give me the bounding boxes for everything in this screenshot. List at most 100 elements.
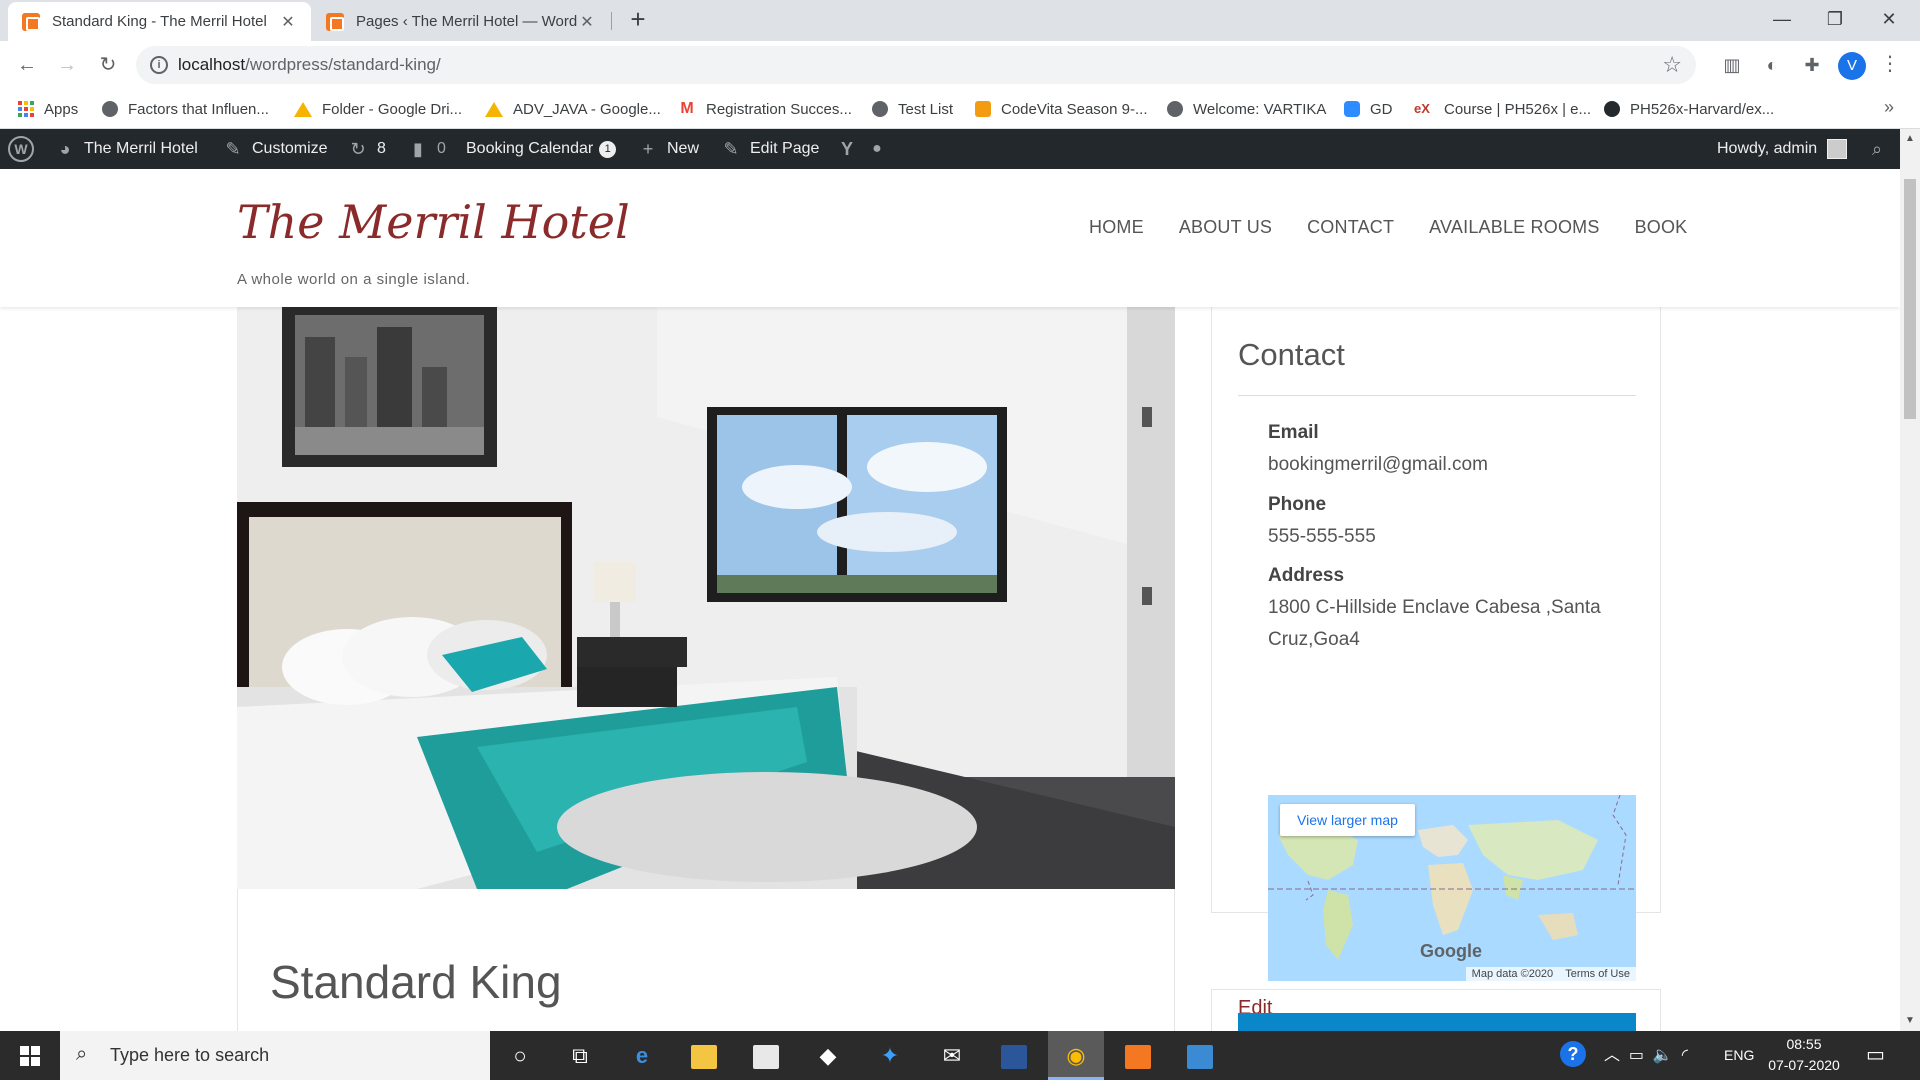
bookmark-item[interactable]: CodeVita Season 9-... xyxy=(975,89,1147,129)
bookmark-label: Registration Succes... xyxy=(706,100,852,118)
input-language[interactable]: ENG xyxy=(1724,1031,1754,1080)
bookmark-item[interactable]: Test List xyxy=(872,89,953,129)
wp-updates[interactable]: ↻ 8 xyxy=(347,129,386,169)
wp-booking-calendar[interactable]: Booking Calendar 1 xyxy=(466,129,617,169)
menu-item-contact[interactable]: CONTACT xyxy=(1307,217,1394,238)
address-bar[interactable]: i localhost/wordpress/standard-king/ ☆ xyxy=(136,46,1696,84)
menu-item-about-us[interactable]: ABOUT US xyxy=(1179,217,1272,238)
bookmark-item[interactable]: Welcome: VARTIKA xyxy=(1167,89,1326,129)
primary-menu: HOME ABOUT US CONTACT AVAILABLE ROOMS BO… xyxy=(1054,217,1687,238)
wp-site-name-label: The Merril Hotel xyxy=(84,140,198,157)
restore-window-button[interactable]: ❐ xyxy=(1807,0,1863,41)
bookmark-apps[interactable]: Apps xyxy=(18,89,78,129)
edge-browser-icon[interactable]: e xyxy=(614,1031,670,1080)
more-bookmarks-icon[interactable]: » xyxy=(1884,97,1894,118)
bookmark-star-icon[interactable]: ☆ xyxy=(1662,52,1682,78)
bookmark-item[interactable]: GD xyxy=(1344,89,1393,129)
cortana-icon[interactable]: ○ xyxy=(492,1031,548,1080)
wp-comments[interactable]: ▮ 0 xyxy=(407,129,446,169)
scrollbar-thumb[interactable] xyxy=(1904,179,1916,419)
forward-button[interactable]: → xyxy=(53,51,81,79)
wp-edit-page[interactable]: ✎ Edit Page xyxy=(720,129,819,169)
show-hidden-icons-icon[interactable]: ︿ xyxy=(1604,1047,1620,1064)
bookmark-item[interactable]: PH526x-Harvard/ex... xyxy=(1604,89,1774,129)
wp-admin-bar: W ◕ The Merril Hotel ✎ Customize ↻ 8 ▮ 0… xyxy=(0,129,1900,169)
widget-divider xyxy=(1238,395,1636,396)
zoom-icon xyxy=(1344,101,1360,117)
wifi-icon[interactable]: ◜ xyxy=(1682,1047,1688,1064)
word-icon[interactable] xyxy=(986,1031,1042,1080)
menu-item-book[interactable]: BOOK xyxy=(1635,217,1688,238)
tab-separator xyxy=(611,12,612,30)
microsoft-store-icon[interactable] xyxy=(738,1031,794,1080)
file-explorer-icon[interactable] xyxy=(676,1031,732,1080)
help-icon[interactable]: ? xyxy=(1560,1031,1586,1080)
bookmark-item[interactable]: Factors that Influen... xyxy=(102,89,269,129)
photos-icon[interactable] xyxy=(1172,1031,1228,1080)
view-larger-map-button[interactable]: View larger map xyxy=(1280,804,1415,836)
profile-avatar[interactable]: V xyxy=(1838,52,1866,80)
system-tray[interactable]: ︿ ▭ 🔈 ◜ xyxy=(1604,1031,1688,1080)
volume-icon[interactable]: 🔈 xyxy=(1653,1047,1673,1064)
scroll-up-arrow-icon[interactable]: ▲ xyxy=(1905,133,1915,144)
phone-value[interactable]: 555-555-555 xyxy=(1268,521,1638,553)
bookmark-item[interactable]: eX Course | PH526x | e... xyxy=(1414,89,1591,129)
taskbar-clock[interactable]: 08:55 07-07-2020 xyxy=(1764,1034,1844,1076)
wp-logo-menu[interactable]: W xyxy=(8,129,34,169)
chrome-icon[interactable]: ◉ xyxy=(1048,1031,1104,1080)
minimize-window-button[interactable]: — xyxy=(1754,0,1810,41)
chrome-menu-icon[interactable]: ⋮ xyxy=(1880,51,1900,76)
xampp-icon[interactable] xyxy=(1110,1031,1166,1080)
github-icon xyxy=(1604,101,1620,117)
bookmark-label: Folder - Google Dri... xyxy=(322,100,463,118)
widget-title: Contact xyxy=(1238,337,1345,372)
url-text[interactable]: localhost/wordpress/standard-king/ xyxy=(178,55,441,75)
wp-site-name[interactable]: ◕ The Merril Hotel xyxy=(54,129,198,169)
menu-item-available-rooms[interactable]: AVAILABLE ROOMS xyxy=(1429,217,1599,238)
google-map-embed[interactable]: View larger map Google Map data ©2020 Te… xyxy=(1268,795,1636,981)
menu-item-home[interactable]: HOME xyxy=(1089,217,1144,238)
scroll-down-arrow-icon[interactable]: ▼ xyxy=(1905,1015,1915,1026)
map-terms-link[interactable]: Terms of Use xyxy=(1565,968,1630,980)
wp-new[interactable]: + New xyxy=(637,129,699,169)
site-info-icon[interactable]: i xyxy=(150,56,168,74)
action-center-icon[interactable]: ▭ xyxy=(1866,1031,1885,1080)
bookmark-item[interactable]: M Registration Succes... xyxy=(678,89,852,129)
widget-header-bar xyxy=(1238,1013,1636,1031)
wp-updates-count: 8 xyxy=(377,140,386,157)
windows-start-button[interactable] xyxy=(0,1031,60,1080)
clock-date: 07-07-2020 xyxy=(1768,1057,1840,1073)
tab-title: Pages ‹ The Merril Hotel — Word xyxy=(356,13,578,30)
wp-booking-calendar-label: Booking Calendar xyxy=(466,140,594,157)
site-title[interactable]: The Merril Hotel xyxy=(237,195,630,249)
extension-circle-icon[interactable]: ◐ xyxy=(1758,51,1786,79)
back-button[interactable]: ← xyxy=(13,51,41,79)
dropbox-icon[interactable]: ◆ xyxy=(800,1031,856,1080)
tab-standard-king[interactable]: Standard King - The Merril Hotel ✕ xyxy=(8,2,311,41)
task-view-icon[interactable]: ⧉ xyxy=(552,1031,608,1080)
close-tab-icon[interactable]: ✕ xyxy=(279,12,297,32)
browser-tab-strip: Standard King - The Merril Hotel ✕ Pages… xyxy=(0,0,1920,41)
wp-search[interactable]: ⌕ xyxy=(1866,129,1896,169)
page-scrollbar[interactable]: ▲ ▼ xyxy=(1900,129,1920,1031)
mail-icon[interactable]: ✉ xyxy=(924,1031,980,1080)
wp-yoast[interactable]: Y ● xyxy=(836,129,896,169)
new-tab-button[interactable]: + xyxy=(624,6,652,34)
tab-pages[interactable]: Pages ‹ The Merril Hotel — Word ✕ xyxy=(312,2,610,41)
wp-my-account[interactable]: Howdy, admin xyxy=(1717,129,1848,169)
reload-button[interactable]: ↻ xyxy=(94,51,122,79)
email-value[interactable]: bookingmerril@gmail.com xyxy=(1268,449,1638,481)
close-window-button[interactable]: ✕ xyxy=(1861,0,1917,41)
taskbar-search-box[interactable]: ⌕ Type here to search xyxy=(60,1031,490,1080)
wp-customize[interactable]: ✎ Customize xyxy=(222,129,327,169)
close-tab-icon[interactable]: ✕ xyxy=(578,12,596,32)
battery-icon[interactable]: ▭ xyxy=(1629,1047,1644,1064)
extensions-puzzle-icon[interactable]: ✚ xyxy=(1798,51,1826,79)
extension-analytics-icon[interactable]: ▥ xyxy=(1718,51,1746,79)
xampp-favicon-icon xyxy=(326,12,344,31)
vscode-icon[interactable]: ✦ xyxy=(862,1031,918,1080)
bookmark-item[interactable]: Folder - Google Dri... xyxy=(294,89,462,129)
site-header: The Merril Hotel A whole world on a sing… xyxy=(0,169,1900,307)
address-value: 1800 C-Hillside Enclave Cabesa ,Santa Cr… xyxy=(1268,597,1601,650)
bookmark-item[interactable]: ADV_JAVA - Google... xyxy=(485,89,661,129)
